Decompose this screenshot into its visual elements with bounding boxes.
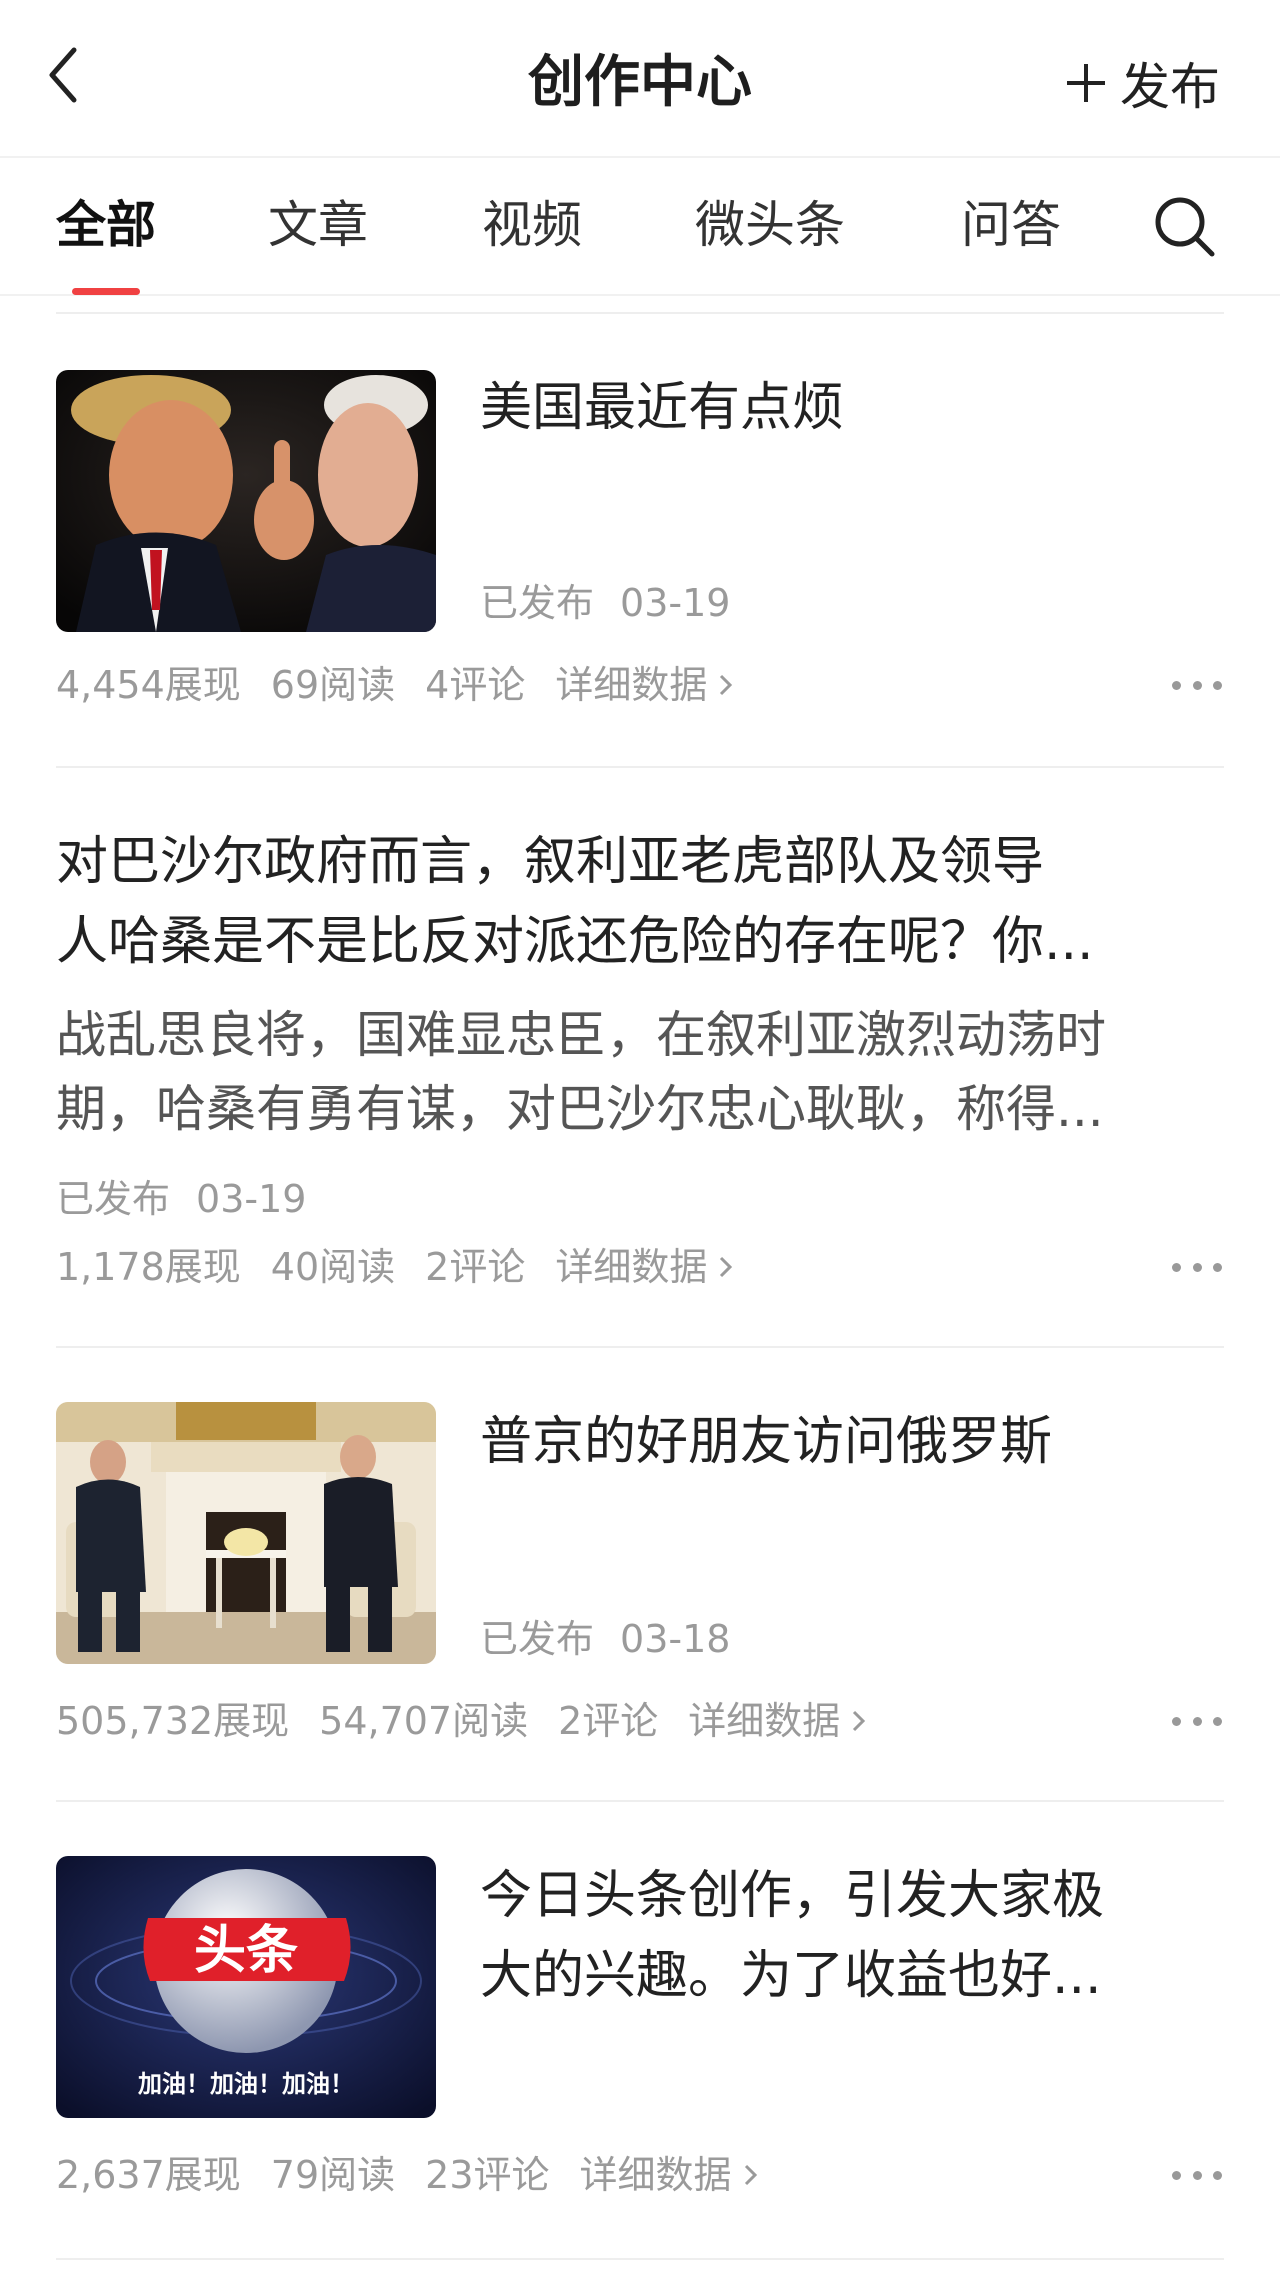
divider (56, 312, 1224, 314)
chevron-right-icon (720, 1256, 733, 1278)
reads-count: 79阅读 (270, 2153, 396, 2197)
active-tab-indicator (72, 288, 140, 295)
article-thumbnail[interactable] (56, 370, 436, 632)
detail-data-label: 详细数据 (555, 1245, 708, 1289)
article-stats: 1,178展现 40阅读 2评论 详细数据 (56, 1242, 765, 1292)
more-options-icon[interactable] (1172, 670, 1222, 700)
comments-count: 23评论 (425, 2153, 550, 2197)
article-stats: 505,732展现 54,707阅读 2评论 详细数据 (56, 1696, 898, 1746)
publish-meta: 已发布 03-19 (480, 578, 730, 628)
views-count: 4,454展现 (56, 663, 241, 707)
summary-line-2: 期，哈桑有勇有谋，对巴沙尔忠心耿耿，称得... (56, 1080, 1104, 1138)
article-summary: 战乱思良将，国难显忠臣，在叙利亚激烈动荡时 期，哈桑有勇有谋，对巴沙尔忠心耿耿，… (56, 998, 1224, 1146)
category-tabs: 全部 文章 视频 微头条 问答 (0, 160, 1280, 296)
tab-videos[interactable]: 视频 (482, 190, 582, 260)
more-options-icon[interactable] (1172, 2160, 1222, 2190)
publish-meta: 已发布 03-18 (480, 1614, 730, 1664)
divider (56, 2258, 1224, 2260)
thumb-caption-text: 加油！加油！加油！ (138, 2070, 354, 2098)
reads-count: 69阅读 (270, 663, 396, 707)
publish-date: 03-19 (620, 581, 731, 625)
article-thumbnail[interactable] (56, 1402, 436, 1664)
divider (56, 1800, 1224, 1802)
article-stats: 2,637展现 79阅读 23评论 详细数据 (56, 2150, 790, 2200)
more-options-icon[interactable] (1172, 1252, 1222, 1282)
article-title-line-2: 大的兴趣。为了收益也好... (480, 1946, 1102, 2006)
plus-icon (1067, 64, 1105, 102)
chevron-right-icon (853, 1710, 866, 1732)
summary-line-1: 战乱思良将，国难显忠臣，在叙利亚激烈动荡时 (56, 1006, 1106, 1064)
chevron-right-icon (720, 674, 733, 696)
article-title[interactable]: 美国最近有点烦 (480, 368, 1224, 448)
publish-meta: 已发布 03-19 (56, 1174, 306, 1224)
article-stats: 4,454展现 69阅读 4评论 详细数据 (56, 660, 765, 710)
publish-button[interactable]: 发布 (1064, 48, 1220, 118)
article-title[interactable]: 普京的好朋友访问俄罗斯 (480, 1402, 1224, 1482)
comments-count: 2评论 (558, 1699, 659, 1743)
detail-data-link[interactable]: 详细数据 (555, 1242, 735, 1292)
article-title[interactable]: 今日头条创作，引发大家极 大的兴趣。为了收益也好... (480, 1856, 1224, 2016)
article-title-line-1: 今日头条创作，引发大家极 (480, 1866, 1105, 1926)
tab-all[interactable]: 全部 (56, 190, 156, 260)
detail-data-label: 详细数据 (688, 1699, 841, 1743)
divider (56, 766, 1224, 768)
publish-status: 已发布 (480, 581, 595, 625)
article-thumbnail[interactable]: 头条 加油！加油！加油！ (56, 1856, 436, 2118)
detail-data-label: 详细数据 (579, 2153, 732, 2197)
chevron-right-icon (744, 2164, 757, 2186)
top-nav-bar: 创作中心 发布 (0, 0, 1280, 158)
publish-date: 03-19 (196, 1177, 307, 1221)
publish-status: 已发布 (480, 1617, 595, 1661)
article-title-line-2: 人哈桑是不是比反对派还危险的存在呢？你... (56, 912, 1094, 972)
detail-data-link[interactable]: 详细数据 (555, 660, 735, 710)
search-icon[interactable] (1150, 192, 1220, 262)
detail-data-label: 详细数据 (555, 663, 708, 707)
tab-qa[interactable]: 问答 (961, 190, 1061, 260)
comments-count: 2评论 (425, 1245, 526, 1289)
article-title-line-1: 对巴沙尔政府而言，叙利亚老虎部队及领导 (56, 832, 1045, 892)
comments-count: 4评论 (425, 663, 526, 707)
divider (56, 1346, 1224, 1348)
more-options-icon[interactable] (1172, 1706, 1222, 1736)
publish-label: 发布 (1120, 58, 1220, 116)
tab-articles[interactable]: 文章 (268, 190, 368, 260)
detail-data-link[interactable]: 详细数据 (688, 1696, 868, 1746)
reads-count: 54,707阅读 (319, 1699, 529, 1743)
publish-date: 03-18 (620, 1617, 731, 1661)
views-count: 1,178展现 (56, 1245, 241, 1289)
views-count: 2,637展现 (56, 2153, 241, 2197)
thumb-logo-text: 头条 (194, 1921, 298, 1981)
detail-data-link[interactable]: 详细数据 (580, 2150, 760, 2200)
reads-count: 40阅读 (270, 1245, 396, 1289)
views-count: 505,732展现 (56, 1699, 290, 1743)
publish-status: 已发布 (56, 1177, 171, 1221)
article-title[interactable]: 对巴沙尔政府而言，叙利亚老虎部队及领导 人哈桑是不是比反对派还危险的存在呢？你.… (56, 822, 1224, 982)
tab-micro-posts[interactable]: 微头条 (695, 190, 845, 260)
